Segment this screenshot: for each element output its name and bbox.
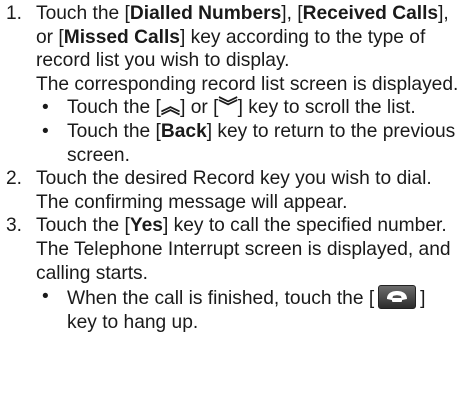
dialled-numbers-key-label: Dialled Numbers (129, 3, 282, 24)
missed-calls-key-label: Missed Calls (63, 26, 180, 48)
bullet-dot: • (42, 286, 49, 308)
step-instruction: Touch the desired Record key you wish to… (36, 168, 432, 190)
step-result: The confirming message will appear. (36, 191, 348, 213)
instruction-list: 1. Touch the [Dialled Numbers], [Receive… (0, 0, 460, 334)
hang-up-icon (378, 285, 417, 310)
step-number: 2. (6, 168, 23, 190)
step-3: 3. Touch the [Yes] key to call the speci… (6, 214, 460, 334)
step-result: The Telephone Interrupt screen is displa… (36, 238, 451, 284)
bullet-item: • Touch the [Back] key to return to the p… (42, 120, 456, 166)
received-calls-key-label: Received Calls (302, 3, 439, 24)
yes-key-label: Yes (129, 215, 163, 237)
step-result: The corresponding record list screen is … (36, 73, 459, 95)
bullet-item: • When the call is finished, touch the []… (42, 285, 426, 333)
bullet-dot: • (42, 120, 49, 142)
bullet-item: • Touch the [︽] or [︾] key to scroll the … (42, 97, 416, 119)
scroll-down-icon: ︾ (218, 97, 238, 119)
step-instruction: Touch the [Dialled Numbers], [Received C… (36, 3, 449, 72)
step-2: 2. Touch the desired Record key you wish… (6, 167, 460, 214)
step-number: 3. (6, 215, 23, 237)
scroll-up-icon: ︽ (160, 97, 181, 119)
step-1: 1. Touch the [Dialled Numbers], [Receive… (6, 2, 460, 167)
step-instruction: Touch the [Yes] key to call the specifie… (36, 215, 447, 237)
back-key-label: Back (160, 120, 207, 142)
step-number: 1. (6, 3, 23, 24)
bullet-dot: • (42, 97, 49, 119)
